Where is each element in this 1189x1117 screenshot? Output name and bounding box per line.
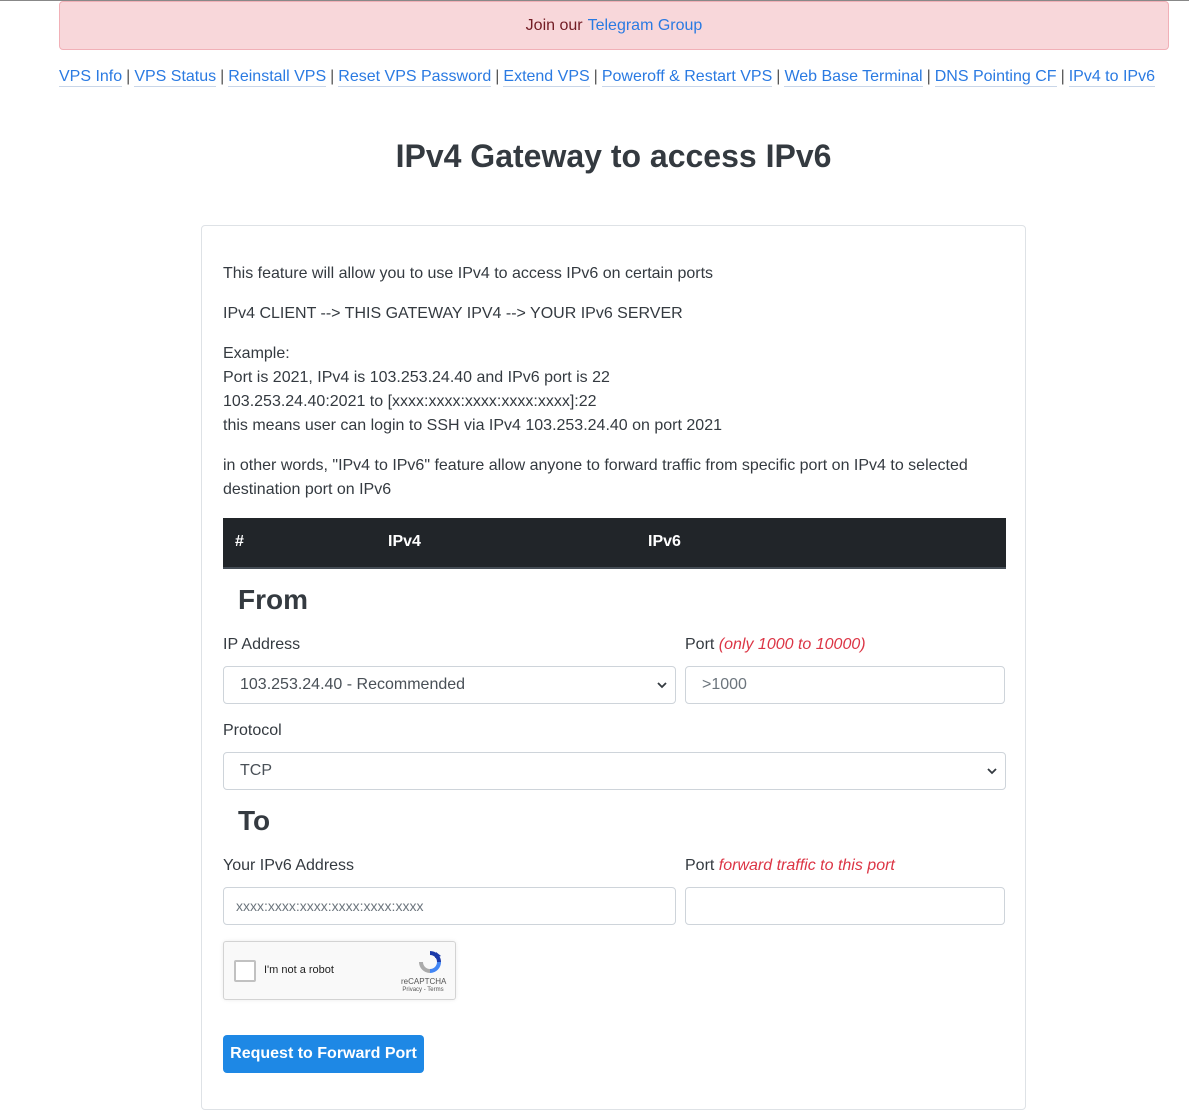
recaptcha-widget: I'm not a robot reCAPTCHA Privacy - Term… [223,941,456,1000]
intro-line-1: This feature will allow you to use IPv4 … [223,265,714,282]
example-heading: Example: [223,345,290,362]
ip-address-value: 103.253.24.40 - Recommended [240,676,466,693]
ipv6-address-label: Your IPv6 Address [223,857,355,874]
nav-separator: | [126,68,131,85]
nav-vps-info[interactable]: VPS Info [59,68,123,87]
recaptcha-links[interactable]: Privacy - Terms [401,987,445,993]
nav-separator: | [926,68,931,85]
ipv6-address-placeholder: xxxx:xxxx:xxxx:xxxx:xxxx:xxxx [236,898,424,914]
ip-address-label: IP Address [223,636,301,653]
to-section-title: To [238,805,271,836]
nav-vps-status[interactable]: VPS Status [134,68,217,87]
nav-web-base-terminal[interactable]: Web Base Terminal [784,68,923,87]
from-port-input[interactable]: >1000 [685,666,1005,704]
protocol-label: Protocol [223,722,282,739]
from-port-label: Port (only 1000 to 10000) [685,636,866,654]
ip-address-select[interactable]: 103.253.24.40 - Recommended [223,666,676,704]
to-port-input[interactable] [685,887,1005,925]
nav-separator: | [1060,68,1065,85]
telegram-alert: Join our Telegram Group [59,1,1169,50]
nav-ipv4-to-ipv6[interactable]: IPv4 to IPv6 [1068,68,1155,87]
table-col-ipv4: IPv4 [388,533,421,550]
to-port-label: Port forward traffic to this port [685,857,895,875]
intro-summary: in other words, "IPv4 to IPv6" feature a… [223,457,968,498]
nav-separator: | [776,68,781,85]
nav-separator: | [495,68,500,85]
table-col-index: # [235,533,244,550]
recaptcha-logo-icon [419,951,441,973]
example-line-2: 103.253.24.40:2021 to [xxxx:xxxx:xxxx:xx… [223,393,597,410]
nav-separator: | [593,68,598,85]
recaptcha-brand: reCAPTCHA [401,977,447,986]
recaptcha-checkbox[interactable] [234,960,256,982]
from-port-hint: (only 1000 to 10000) [718,636,866,653]
nav-separator: | [220,68,225,85]
chevron-down-icon [987,768,997,775]
example-line-1: Port is 2021, IPv4 is 103.253.24.40 and … [223,369,610,386]
protocol-value: TCP [240,762,272,779]
recaptcha-label: I'm not a robot [264,964,334,976]
forward-card: This feature will allow you to use IPv4 … [201,225,1026,1110]
nav-separator: | [330,68,335,85]
intro-line-2: IPv4 CLIENT --> THIS GATEWAY IPV4 --> YO… [223,305,683,322]
request-forward-port-button[interactable]: Request to Forward Port [223,1035,424,1073]
from-port-label-text: Port [685,636,715,653]
to-port-label-text: Port [685,857,715,874]
from-section-title: From [238,584,308,615]
example-line-3: this means user can login to SSH via IPv… [223,417,722,434]
nav-reinstall-vps[interactable]: Reinstall VPS [228,68,327,87]
page-title: IPv4 Gateway to access IPv6 [395,138,832,174]
nav-poweroff-restart-vps[interactable]: Poweroff & Restart VPS [601,68,773,87]
to-port-hint: forward traffic to this port [718,857,895,874]
forward-table-header: # IPv4 IPv6 [223,518,1006,569]
ipv6-address-input[interactable]: xxxx:xxxx:xxxx:xxxx:xxxx:xxxx [223,887,676,925]
protocol-select[interactable]: TCP [223,752,1006,790]
top-nav: VPS Info | VPS Status | Reinstall VPS | Reset … [59,68,1155,90]
alert-text: Join our [525,16,583,34]
telegram-group-link[interactable]: Telegram Group [588,17,703,35]
nav-extend-vps[interactable]: Extend VPS [503,68,590,87]
nav-dns-pointing-cf[interactable]: DNS Pointing CF [934,68,1057,87]
table-col-ipv6: IPv6 [648,533,681,550]
from-port-placeholder: >1000 [702,676,747,693]
chevron-down-icon [657,682,667,689]
nav-reset-vps-password[interactable]: Reset VPS Password [338,68,492,87]
